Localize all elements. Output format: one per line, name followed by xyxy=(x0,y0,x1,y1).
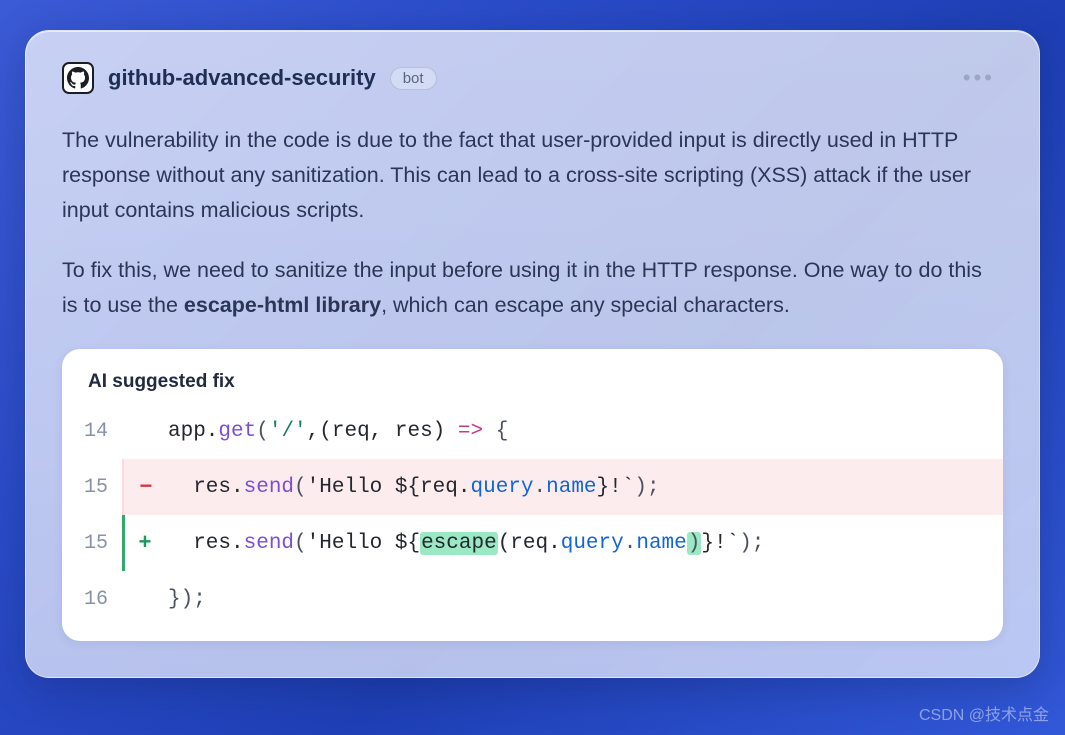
comment-header: github-advanced-security bot ••• xyxy=(62,61,1003,95)
description-paragraph-1: The vulnerability in the code is due to … xyxy=(62,123,1003,227)
desc-text: , which can escape any special character… xyxy=(381,293,790,317)
watermark: CSDN @技术点金 xyxy=(919,701,1049,725)
line-number: 15 xyxy=(62,459,122,515)
code-line-removed: 15 − res.send('Hello ${req.query.name}!`… xyxy=(62,459,1003,515)
code-line: 14 app.get('/',(req, res) => { xyxy=(62,403,1003,459)
line-number: 14 xyxy=(62,403,122,459)
line-number: 16 xyxy=(62,571,122,627)
code-title: AI suggested fix xyxy=(62,349,1003,403)
desc-strong: escape-html library xyxy=(184,293,381,317)
code-content: res.send('Hello ${escape(req.query.name)… xyxy=(168,515,1003,571)
code-diff: 14 app.get('/',(req, res) => { 15 − res.… xyxy=(62,403,1003,627)
code-content: app.get('/',(req, res) => { xyxy=(168,403,1003,459)
code-content: }); xyxy=(168,571,1003,627)
more-icon[interactable]: ••• xyxy=(955,61,1003,95)
code-line: 16 }); xyxy=(62,571,1003,627)
code-content: res.send('Hello ${req.query.name}!`); xyxy=(168,459,1003,515)
diff-marker xyxy=(122,571,168,627)
line-number: 15 xyxy=(62,515,122,571)
github-icon xyxy=(62,62,94,94)
description-paragraph-2: To fix this, we need to sanitize the inp… xyxy=(62,253,1003,323)
bot-badge: bot xyxy=(390,67,437,90)
comment-card: github-advanced-security bot ••• The vul… xyxy=(25,30,1040,678)
code-line-added: 15 + res.send('Hello ${escape(req.query.… xyxy=(62,515,1003,571)
diff-marker xyxy=(122,403,168,459)
bot-name: github-advanced-security xyxy=(108,65,376,91)
suggested-fix-card: AI suggested fix 14 app.get('/',(req, re… xyxy=(62,349,1003,641)
diff-marker-minus: − xyxy=(122,459,168,515)
comment-body: The vulnerability in the code is due to … xyxy=(62,123,1003,323)
diff-marker-plus: + xyxy=(122,515,168,571)
